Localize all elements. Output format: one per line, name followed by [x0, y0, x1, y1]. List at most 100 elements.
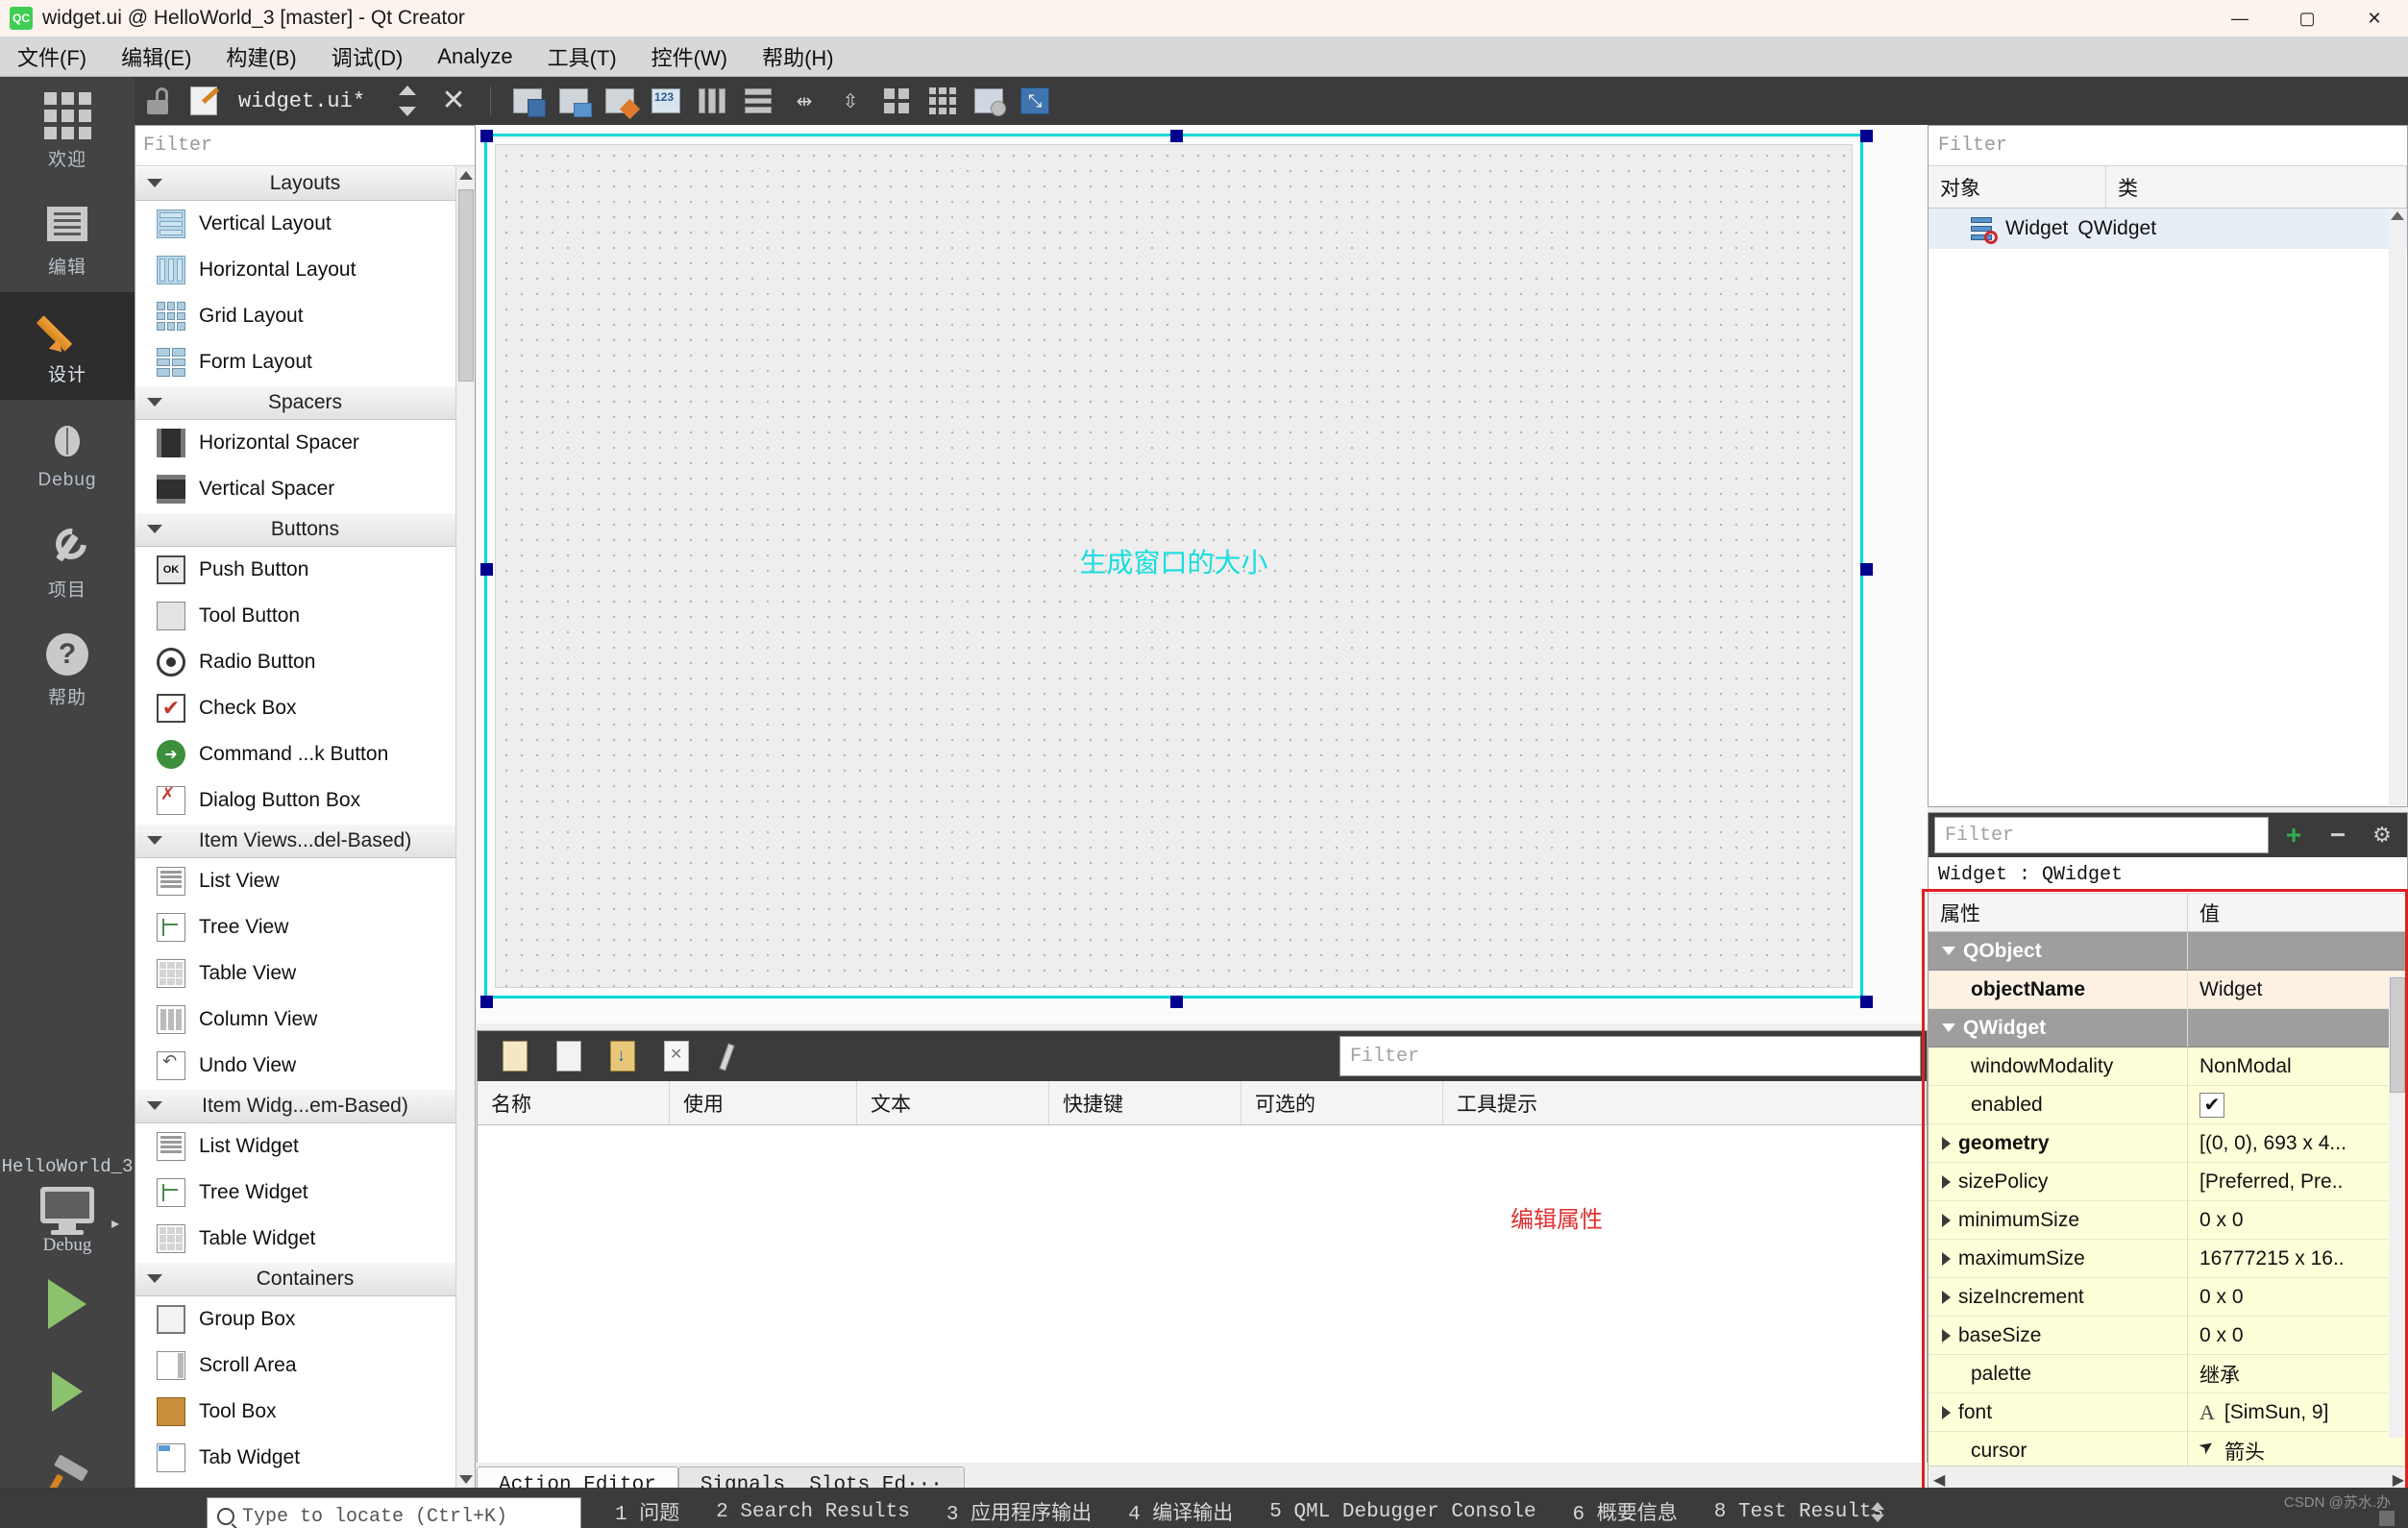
property-row-palette[interactable]: palette 继承	[1929, 1355, 2407, 1393]
close-button[interactable]: ✕	[2341, 0, 2408, 37]
property-value[interactable]: 继承	[2188, 1355, 2407, 1392]
widget-item-dialog-button-box[interactable]: Dialog Button Box	[135, 777, 475, 824]
column-header-shortcut[interactable]: 快捷键	[1049, 1081, 1241, 1124]
menu-tools[interactable]: 工具(T)	[530, 37, 634, 77]
object-inspector-scrollbar[interactable]	[2389, 209, 2406, 805]
property-value[interactable]: 16777215 x 16..	[2188, 1240, 2407, 1277]
widget-item-form-layout[interactable]: Form Layout	[135, 339, 475, 385]
chevron-right-icon[interactable]	[1942, 1290, 1951, 1304]
widget-item-radio-button[interactable]: Radio Button	[135, 639, 475, 685]
column-header-object[interactable]: 对象	[1929, 166, 2106, 208]
adjust-size-button[interactable]: ⤡	[1012, 80, 1058, 122]
widget-box-scrollbar[interactable]	[455, 166, 475, 1493]
add-property-button[interactable]: +	[2274, 817, 2313, 853]
output-qml-debugger-console[interactable]: 5 QML Debugger Console	[1269, 1501, 1536, 1523]
widget-category-buttons[interactable]: Buttons	[135, 512, 475, 547]
debug-button[interactable]	[0, 1350, 135, 1433]
layout-horizontally-button[interactable]	[689, 80, 735, 122]
chevron-right-icon[interactable]	[1942, 1213, 1951, 1227]
widget-item-group-box[interactable]: Group Box	[135, 1296, 475, 1343]
widget-item-tree-view[interactable]: Tree View	[135, 904, 475, 950]
remove-property-button[interactable]: −	[2319, 817, 2357, 853]
property-value[interactable]: [(0, 0), 693 x 4...	[2188, 1124, 2407, 1162]
property-row-enabled[interactable]: enabled ✔	[1929, 1086, 2407, 1124]
widget-category-item-views[interactable]: Item Views...del-Based)	[135, 824, 475, 858]
widget-category-spacers[interactable]: Spacers	[135, 385, 475, 420]
scrollbar-thumb[interactable]	[2390, 977, 2405, 1093]
menu-widgets[interactable]: 控件(W)	[634, 37, 745, 77]
layout-form-button[interactable]	[873, 80, 920, 122]
locator-search-input[interactable]: Type to locate (Ctrl+K)	[207, 1497, 581, 1528]
resize-handle-top-left[interactable]	[480, 130, 493, 142]
output-compile-output[interactable]: 4 编译输出	[1128, 1497, 1233, 1526]
column-header-tooltip[interactable]: 工具提示	[1443, 1081, 1927, 1124]
mode-debug[interactable]: Debug	[0, 400, 135, 507]
column-header-value[interactable]: 值	[2188, 894, 2407, 931]
action-editor-filter-input[interactable]: Filter	[1339, 1036, 1921, 1076]
property-value[interactable]: ✔	[2188, 1086, 2407, 1123]
open-file-name[interactable]: widget.ui*	[238, 89, 365, 113]
mode-design[interactable]: 设计	[0, 292, 135, 400]
menu-build[interactable]: 构建(B)	[209, 37, 313, 77]
edit-tab-order-button[interactable]	[643, 80, 689, 122]
widget-item-grid-layout[interactable]: Grid Layout	[135, 293, 475, 339]
scroll-up-arrow-icon[interactable]	[2391, 211, 2404, 220]
layout-grid-button[interactable]	[920, 80, 966, 122]
widget-category-layouts[interactable]: Layouts	[135, 166, 475, 201]
property-value[interactable]: 0 x 0	[2188, 1278, 2407, 1316]
chevron-right-icon[interactable]	[1942, 1328, 1951, 1343]
new-action-button[interactable]	[493, 1035, 537, 1077]
column-header-class[interactable]: 类	[2106, 166, 2407, 208]
menu-help[interactable]: 帮助(H)	[745, 37, 851, 77]
column-header-name[interactable]: 名称	[478, 1081, 670, 1124]
resize-handle-bottom-right[interactable]	[1860, 996, 1873, 1008]
property-value[interactable]: A [SimSun, 9]	[2188, 1393, 2407, 1431]
property-value[interactable]: Widget	[2188, 971, 2407, 1008]
property-row-font[interactable]: font A [SimSun, 9]	[1929, 1393, 2407, 1432]
widget-category-containers[interactable]: Containers	[135, 1262, 475, 1296]
widget-item-horizontal-spacer[interactable]: Horizontal Spacer	[135, 420, 475, 466]
widget-item-vertical-spacer[interactable]: Vertical Spacer	[135, 466, 475, 512]
resize-handle-mid-left[interactable]	[480, 563, 493, 576]
close-split-button[interactable]: ✕	[430, 80, 477, 122]
form-widget-surface[interactable]: 生成窗口的大小	[495, 144, 1853, 988]
scroll-left-arrow-icon[interactable]: ◀	[1933, 1470, 1945, 1490]
menu-file[interactable]: 文件(F)	[0, 37, 104, 77]
widget-item-tool-box[interactable]: Tool Box	[135, 1389, 475, 1435]
output-test-results[interactable]: 8 Test Results	[1714, 1501, 1883, 1523]
run-button[interactable]	[0, 1258, 135, 1350]
enabled-checkbox[interactable]: ✔	[2199, 1092, 2224, 1118]
widget-item-vertical-layout[interactable]: Vertical Layout	[135, 201, 475, 247]
property-value[interactable]: [Preferred, Pre..	[2188, 1163, 2407, 1200]
widget-item-undo-view[interactable]: Undo View	[135, 1043, 475, 1089]
widget-item-tree-widget[interactable]: Tree Widget	[135, 1170, 475, 1216]
property-row-windowmodality[interactable]: windowModality NonModal	[1929, 1047, 2407, 1086]
layout-vertically-button[interactable]	[735, 80, 781, 122]
widget-item-horizontal-layout[interactable]: Horizontal Layout	[135, 247, 475, 293]
column-header-text[interactable]: 文本	[857, 1081, 1049, 1124]
widget-item-tool-button[interactable]: Tool Button	[135, 593, 475, 639]
property-row-geometry[interactable]: geometry [(0, 0), 693 x 4...	[1929, 1124, 2407, 1163]
widget-item-list-view[interactable]: List View	[135, 858, 475, 904]
resize-handle-bottom-center[interactable]	[1170, 996, 1183, 1008]
gear-icon[interactable]: ⚙	[2363, 817, 2401, 853]
chevron-right-icon[interactable]	[1942, 1136, 1951, 1150]
property-group-qobject[interactable]: QObject	[1929, 932, 2407, 971]
scroll-right-arrow-icon[interactable]: ▶	[2393, 1470, 2404, 1490]
property-row-sizepolicy[interactable]: sizePolicy [Preferred, Pre..	[1929, 1163, 2407, 1201]
property-row-objectname[interactable]: objectName Widget	[1929, 971, 2407, 1009]
output-app-output[interactable]: 3 应用程序输出	[946, 1497, 1092, 1526]
widget-item-check-box[interactable]: ✔ Check Box	[135, 685, 475, 731]
object-inspector-filter-input[interactable]: Filter	[1929, 126, 2407, 166]
widget-item-table-widget[interactable]: Table Widget	[135, 1216, 475, 1262]
form-selection-frame[interactable]: 生成窗口的大小	[480, 130, 1873, 1008]
layout-splitter-v-button[interactable]: ⇳	[827, 80, 873, 122]
object-inspector-row-widget[interactable]: Widget QWidget	[1929, 209, 2407, 249]
layout-splitter-h-button[interactable]: ⇹	[781, 80, 827, 122]
widget-item-push-button[interactable]: OK Push Button	[135, 547, 475, 593]
mode-projects[interactable]: 项目	[0, 507, 135, 615]
resize-handle-mid-right[interactable]	[1860, 563, 1873, 576]
column-header-property[interactable]: 属性	[1929, 894, 2188, 931]
property-row-cursor[interactable]: cursor 箭头	[1929, 1432, 2407, 1470]
widget-box-filter-input[interactable]: Filter	[135, 126, 475, 166]
